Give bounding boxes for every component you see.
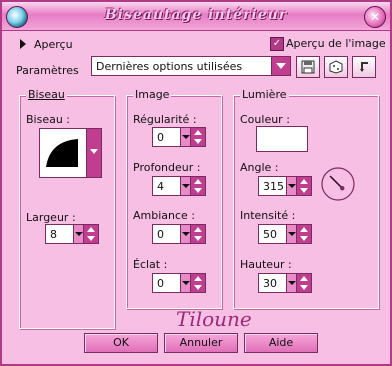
intensite-label: Intensité : — [240, 209, 296, 222]
help-button[interactable]: Aide — [244, 333, 318, 353]
hauteur-stepper[interactable] — [296, 274, 311, 292]
cancel-button[interactable]: Annuler — [164, 333, 238, 353]
intensite-value: 50 — [263, 228, 277, 241]
biseau-label: Biseau : — [26, 113, 71, 126]
preview-image-checkbox[interactable]: ✓ — [270, 37, 284, 51]
regularite-stepper[interactable] — [190, 128, 205, 146]
largeur-label: Largeur : — [26, 211, 76, 224]
params-label: Paramètres — [16, 64, 79, 77]
ambiance-spinner[interactable]: 0 — [152, 224, 206, 244]
chevron-down-icon[interactable] — [271, 57, 290, 75]
angle-value: 315 — [263, 180, 284, 193]
group-lumiere-title: Lumière — [240, 88, 289, 101]
ambiance-value: 0 — [157, 228, 164, 241]
profondeur-spinner[interactable]: 4 — [152, 176, 206, 196]
angle-dial-icon — [321, 167, 355, 201]
intensite-spinner[interactable]: 50 — [258, 224, 312, 244]
save-preset-button[interactable] — [296, 56, 320, 78]
couleur-label: Couleur : — [240, 113, 290, 126]
params-dropdown[interactable]: Dernières options utilisées — [91, 56, 291, 76]
ok-button[interactable]: OK — [84, 333, 158, 353]
ambiance-stepper[interactable] — [190, 225, 205, 243]
angle-stepper[interactable] — [296, 177, 311, 195]
largeur-spinner[interactable]: 8 — [45, 224, 99, 244]
signature-watermark: Tiloune — [176, 307, 252, 331]
profondeur-stepper[interactable] — [190, 177, 205, 195]
params-value: Dernières options utilisées — [96, 60, 243, 73]
bevel-shape-icon — [46, 139, 78, 167]
hauteur-spinner[interactable]: 30 — [258, 273, 312, 293]
window-title: Biseautage intérieur — [104, 7, 288, 23]
hauteur-label: Hauteur : — [240, 258, 292, 271]
reset-icon — [360, 62, 368, 72]
random-icon — [329, 60, 343, 74]
ambiance-label: Ambiance : — [133, 209, 196, 222]
bevel-shape-dropdown[interactable] — [86, 128, 102, 178]
save-icon — [301, 60, 315, 74]
group-biseau-title: Biseau — [26, 88, 67, 101]
light-color-swatch[interactable] — [256, 126, 308, 152]
largeur-stepper[interactable] — [83, 225, 98, 243]
angle-label: Angle : — [240, 161, 279, 174]
eclat-stepper[interactable] — [190, 274, 205, 292]
expand-preview-icon[interactable] — [20, 39, 26, 49]
angle-dial[interactable] — [320, 166, 356, 202]
eclat-value: 0 — [157, 277, 164, 290]
hauteur-value: 30 — [263, 277, 277, 290]
title-bar: Biseautage intérieur ✕ — [2, 2, 390, 31]
bevel-shape-preview[interactable] — [39, 128, 87, 178]
eclat-label: Éclat : — [133, 258, 168, 271]
preview-image-label[interactable]: Aperçu de l'image — [286, 37, 386, 50]
angle-spinner[interactable]: 315 — [258, 176, 312, 196]
reset-button[interactable] — [352, 56, 376, 78]
profondeur-value: 4 — [157, 180, 164, 193]
regularite-label: Régularité : — [133, 113, 197, 126]
profondeur-label: Profondeur : — [133, 161, 201, 174]
dialog-window: Biseautage intérieur ✕ Aperçu ✓ Aperçu d… — [0, 0, 392, 366]
chevron-down-icon — [90, 149, 98, 154]
preview-toggle-label[interactable]: Aperçu — [34, 38, 73, 51]
eclat-spinner[interactable]: 0 — [152, 273, 206, 293]
group-image-title: Image — [133, 88, 172, 101]
random-button[interactable] — [324, 56, 348, 78]
intensite-stepper[interactable] — [296, 225, 311, 243]
close-icon[interactable]: ✕ — [364, 6, 386, 28]
regularite-spinner[interactable]: 0 — [152, 127, 206, 147]
largeur-value: 8 — [50, 228, 57, 241]
regularite-value: 0 — [157, 131, 164, 144]
